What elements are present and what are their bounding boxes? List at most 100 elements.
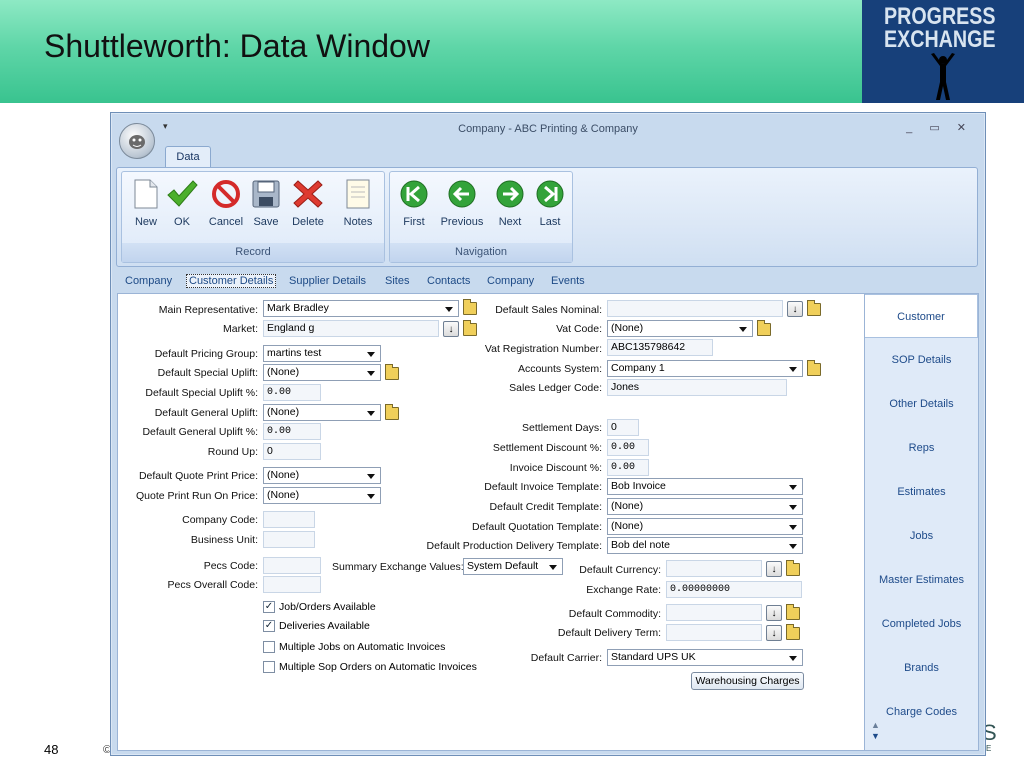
- ok-button[interactable]: OK: [162, 178, 202, 228]
- settlement-disc-field[interactable]: 0.00: [607, 439, 649, 456]
- pricing-group-select[interactable]: martins test: [263, 345, 381, 362]
- quote-print-price-label: Default Quote Print Price:: [138, 470, 258, 482]
- rtab-brands[interactable]: Brands: [865, 646, 978, 690]
- pecs-code-field[interactable]: [263, 557, 321, 574]
- window-controls[interactable]: _ ▭ ✕: [906, 121, 973, 134]
- delivery-term-lookup-arrow-icon[interactable]: ↓: [766, 625, 782, 641]
- notes-button[interactable]: Notes: [338, 178, 378, 228]
- tab-company-2[interactable]: Company: [487, 275, 534, 287]
- vat-code-folder-icon[interactable]: [757, 320, 771, 336]
- save-button[interactable]: Save: [246, 178, 286, 228]
- summary-exchange-select[interactable]: System Default: [463, 558, 563, 575]
- quote-run-on-select[interactable]: (None): [263, 487, 381, 504]
- commodity-folder-icon[interactable]: [786, 604, 800, 620]
- market-field[interactable]: England g: [263, 320, 439, 337]
- checkmark-icon: [167, 180, 198, 207]
- tab-contacts[interactable]: Contacts: [427, 275, 470, 287]
- scroll-up-icon[interactable]: ▲: [871, 720, 880, 730]
- tab-events[interactable]: Events: [551, 275, 585, 287]
- vat-code-select[interactable]: (None): [607, 320, 753, 337]
- rtab-jobs[interactable]: Jobs: [865, 514, 978, 558]
- next-button[interactable]: Next: [490, 178, 530, 228]
- main-rep-folder-icon[interactable]: [463, 299, 477, 315]
- tab-scroll-arrows[interactable]: ▲ ▼: [871, 720, 880, 742]
- round-up-field[interactable]: 0: [263, 443, 321, 460]
- rtab-other-details[interactable]: Other Details: [865, 382, 978, 426]
- business-unit-field[interactable]: [263, 531, 315, 548]
- sales-nominal-folder-icon[interactable]: [807, 300, 821, 316]
- rtab-sop-details[interactable]: SOP Details: [865, 338, 978, 382]
- company-code-label: Company Code:: [182, 514, 258, 526]
- tab-sites[interactable]: Sites: [385, 275, 409, 287]
- accounts-system-folder-icon[interactable]: [807, 360, 821, 376]
- last-button[interactable]: Last: [530, 178, 570, 228]
- pecs-code-label: Pecs Code:: [203, 560, 258, 572]
- carrier-select[interactable]: Standard UPS UK: [607, 649, 803, 666]
- first-button[interactable]: First: [394, 178, 434, 228]
- general-uplift-pct-field[interactable]: 0.00: [263, 423, 321, 440]
- warehousing-charges-button[interactable]: Warehousing Charges: [691, 672, 804, 690]
- rtab-master-estimates[interactable]: Master Estimates: [865, 558, 978, 602]
- special-uplift-label: Default Special Uplift:: [157, 367, 258, 379]
- special-uplift-select[interactable]: (None): [263, 364, 381, 381]
- main-rep-select[interactable]: Mark Bradley: [263, 300, 459, 317]
- previous-button[interactable]: Previous: [438, 178, 486, 228]
- next-arrow-icon: [496, 180, 524, 208]
- first-arrow-icon: [400, 180, 428, 208]
- sales-nominal-field[interactable]: [607, 300, 783, 317]
- deliveries-checkbox[interactable]: ✓: [263, 620, 275, 632]
- currency-lookup-arrow-icon[interactable]: ↓: [766, 561, 782, 577]
- rtab-estimates[interactable]: Estimates: [865, 470, 978, 514]
- special-uplift-folder-icon[interactable]: [385, 364, 399, 380]
- invoice-template-select[interactable]: Bob Invoice: [607, 478, 803, 495]
- exchange-rate-field[interactable]: 0.00000000: [666, 581, 802, 598]
- commodity-lookup-arrow-icon[interactable]: ↓: [766, 605, 782, 621]
- vat-reg-field[interactable]: ABC135798642: [607, 339, 713, 356]
- delete-button[interactable]: Delete: [288, 178, 328, 228]
- invoice-disc-field[interactable]: 0.00: [607, 459, 649, 476]
- sales-nominal-lookup-arrow-icon[interactable]: ↓: [787, 301, 803, 317]
- commodity-field[interactable]: [666, 604, 762, 621]
- currency-folder-icon[interactable]: [786, 560, 800, 576]
- tab-data[interactable]: Data: [165, 146, 211, 168]
- accounts-system-select[interactable]: Company 1: [607, 360, 803, 377]
- general-uplift-folder-icon[interactable]: [385, 404, 399, 420]
- rtab-charge-codes[interactable]: Charge Codes: [865, 690, 978, 734]
- prod-delivery-select[interactable]: Bob del note: [607, 537, 803, 554]
- settlement-days-label: Settlement Days:: [522, 422, 602, 434]
- market-folder-icon[interactable]: [463, 320, 477, 336]
- rtab-completed-jobs[interactable]: Completed Jobs: [865, 602, 978, 646]
- app-window: ▾ Company - ABC Printing & Company _ ▭ ✕…: [110, 112, 986, 756]
- delivery-term-folder-icon[interactable]: [786, 624, 800, 640]
- new-document-icon: [134, 179, 158, 209]
- multiple-sop-checkbox[interactable]: [263, 661, 275, 673]
- currency-field[interactable]: [666, 560, 762, 577]
- pecs-overall-field[interactable]: [263, 576, 321, 593]
- quote-print-price-select[interactable]: (None): [263, 467, 381, 484]
- main-rep-label: Main Representative:: [158, 304, 258, 316]
- delivery-term-field[interactable]: [666, 624, 762, 641]
- sales-ledger-field[interactable]: Jones: [607, 379, 787, 396]
- new-button[interactable]: New: [126, 178, 166, 228]
- job-orders-checkbox[interactable]: ✓: [263, 601, 275, 613]
- app-menu-orb[interactable]: [119, 123, 155, 159]
- cancel-button[interactable]: Cancel: [206, 178, 246, 228]
- tab-supplier-details[interactable]: Supplier Details: [289, 275, 366, 287]
- credit-template-select[interactable]: (None): [607, 498, 803, 515]
- navigation-group-label: Navigation: [390, 243, 572, 262]
- business-unit-label: Business Unit:: [190, 534, 258, 546]
- multiple-jobs-checkbox[interactable]: [263, 641, 275, 653]
- rtab-reps[interactable]: Reps: [865, 426, 978, 470]
- cancel-icon: [212, 180, 240, 208]
- company-code-field[interactable]: [263, 511, 315, 528]
- settlement-days-field[interactable]: 0: [607, 419, 639, 436]
- tab-company[interactable]: Company: [125, 275, 172, 287]
- market-lookup-arrow-icon[interactable]: ↓: [443, 321, 459, 337]
- settlement-disc-label: Settlement Discount %:: [492, 442, 602, 454]
- quotation-template-select[interactable]: (None): [607, 518, 803, 535]
- scroll-down-icon[interactable]: ▼: [871, 731, 880, 741]
- rtab-customer[interactable]: Customer: [865, 294, 978, 338]
- special-uplift-pct-field[interactable]: 0.00: [263, 384, 321, 401]
- tab-customer-details[interactable]: Customer Details: [186, 274, 277, 288]
- general-uplift-select[interactable]: (None): [263, 404, 381, 421]
